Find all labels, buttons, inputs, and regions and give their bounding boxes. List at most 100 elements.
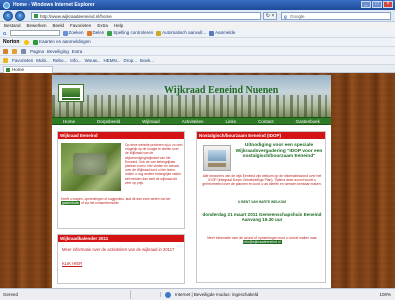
google-logo: G [3,30,7,36]
page-viewport: Wijkraad Eeneind Nuenen Home Dorpsbeeld … [0,73,395,288]
nav-gastenboek[interactable]: Gastenboek [296,119,320,124]
email-link[interactable]: info@wijkraadeeneind.nl [242,240,282,245]
share-icon [86,30,92,36]
status-separator [130,290,160,299]
idop-headline: Uitnodiging voor een speciale Wijkraadsv… [235,143,323,160]
toolbar-zoeken-button[interactable]: Zoeken [62,30,84,36]
header-trees-image [52,95,331,117]
menu-help[interactable]: Help [114,23,123,28]
favorite-link[interactable]: HEMN... [104,58,121,63]
command-bar: Pagina Beveiliging Extra [0,47,395,56]
google-toolbar: G Zoeken Delen Spelling controleren Auto… [0,29,395,38]
site-header: Wijkraad Eeneind Nuenen [52,75,331,117]
page-menu[interactable]: Pagina [30,49,44,54]
forward-button[interactable]: › [15,10,25,21]
favorite-link[interactable]: Wouw... [85,58,101,63]
security-menu[interactable]: Beveiliging [47,49,69,54]
favorites-star-icon [3,57,8,63]
toolbar-zoeken-label: Zoeken [68,30,84,36]
site-nav: Home Dorpsbeeld Wijkraad Activiteiten Li… [52,117,331,125]
agenda-text: Meer informatie over de activiteiten van… [62,247,175,252]
print-icon[interactable] [21,48,26,54]
intro-more: Heeft u vragen, opmerkingen of suggestie… [61,197,183,206]
menu-edit[interactable]: Bewerken [27,23,47,28]
back-button[interactable]: ‹ [3,10,13,21]
close-button[interactable]: × [383,1,393,8]
intro-heading: Wijkraad Eeneind [58,132,184,139]
window-titlebar: Home - Windows Internet Explorer _ □ × [0,0,395,10]
autofill-icon [156,30,162,36]
minimize-button[interactable]: _ [361,1,371,8]
idop-welcome: U BENT VAN HARTE WELKOM [237,200,287,204]
security-zone: Internet | Beveiligde modus: ingeschakel… [160,292,270,298]
favorite-link[interactable]: Drop... [124,58,138,63]
agenda-heading: Wijkraadkalender 2011 [58,235,184,242]
status-bar: Gereed Internet | Beveiligde modus: inge… [0,288,395,300]
toolbar-delen-button[interactable]: Delen [86,30,104,36]
aerial-photo [61,143,121,191]
ie-logo-icon [3,1,10,9]
toolbar-autofill-button[interactable]: Automatisch aanvull... [156,30,207,36]
intro-description: Op deze website proberen wij u zo veel m… [125,143,183,185]
menu-bar: Bestand Bewerken Beeld Favorieten Extra … [0,22,395,29]
favorite-link[interactable]: Info... [70,58,81,63]
norton-cards-button[interactable]: Kaarten en aanmeldingen [33,39,91,45]
intro-more-tail: of via het contactformulier. [80,201,120,206]
toolbar-search-box[interactable] [9,30,60,36]
idop-body: Alle bewoners van de wijk Eeneind zijn w… [202,174,322,187]
signin-icon [209,30,215,36]
menu-file[interactable]: Bestand [4,23,21,28]
site-title: Wijkraad Eeneind Nuenen [164,85,279,96]
nav-home[interactable]: Home [63,119,75,124]
nav-dorpsbeeld[interactable]: Dorpsbeeld [97,119,120,124]
norton-cards-label: Kaarten en aanmeldingen [39,39,91,45]
agenda-box: Wijkraadkalender 2011 Meer informatie ov… [57,234,185,284]
tools-menu[interactable]: Extra [72,49,83,54]
toolbar-spelling-label: Spelling controleren [113,30,154,36]
idop-image [203,145,231,171]
nav-contact[interactable]: Contact [258,119,274,124]
window-title: Home - Windows Internet Explorer [13,2,95,8]
favorites-bar: Favorieten Mobi... Rebo... Info... Wouw.… [0,56,395,65]
site-page: Wijkraad Eeneind Nuenen Home Dorpsbeeld … [52,75,331,288]
guestbook-link[interactable]: gastenboek [61,201,81,206]
nav-links[interactable]: Links [226,119,237,124]
favorite-link[interactable]: Rebo... [53,58,68,63]
favorite-link[interactable]: Mobi... [36,58,50,63]
toolbar-signin-label: Aanmelde [215,30,236,36]
toolbar-spelling-button[interactable]: Spelling controleren [107,30,154,36]
refresh-stop-button[interactable]: ↻ × [263,11,277,20]
window-controls: _ □ × [361,1,393,8]
nav-wijkraad[interactable]: Wijkraad [142,119,160,124]
toolbar-signin-button[interactable]: Aanmelde [209,30,236,36]
site-logo[interactable] [58,84,84,102]
search-input[interactable]: Google [281,11,391,20]
tab-strip: Home [0,65,395,73]
maximize-button[interactable]: □ [372,1,382,8]
address-bar: ‹ › http://www.wijkraadeeneind.nl/home ↻… [0,10,395,22]
menu-tools[interactable]: Extra [97,23,108,28]
zoom-level[interactable]: 100% [379,292,395,297]
idop-footer: Meer informatie over de avond of opmerki… [201,236,323,245]
feeds-icon[interactable] [12,48,17,54]
idop-date: donderdag 21 maart 2011 Gemeenschapshuis… [202,212,322,223]
nav-activiteiten[interactable]: Activiteiten [182,119,204,124]
home-icon[interactable] [3,48,8,54]
menu-favorites[interactable]: Favorieten [70,23,91,28]
right-column: Nostalgisch/bourzaam Eeneind (IDOP) Uitn… [196,131,326,283]
spellcheck-icon [107,30,113,36]
tab-home[interactable]: Home [3,66,53,73]
favorites-button[interactable]: Favorieten [12,58,33,63]
search-icon [62,30,68,36]
norton-logo: Norton· [3,39,22,45]
norton-toolbar: Norton· Kaarten en aanmeldingen [0,38,395,47]
identity-card-icon [33,39,39,45]
agenda-link[interactable]: KLIK HIER [62,261,82,266]
status-text: Gereed [3,292,19,297]
menu-view[interactable]: Beeld [53,23,65,28]
intro-box: Wijkraad Eeneind Op deze website probere… [57,131,185,229]
url-field[interactable]: http://www.wijkraadeeneind.nl/home [31,11,261,20]
favorite-link[interactable]: Boek... [140,58,154,63]
norton-check-icon [24,39,30,45]
toolbar-autofill-label: Automatisch aanvull... [162,30,207,36]
